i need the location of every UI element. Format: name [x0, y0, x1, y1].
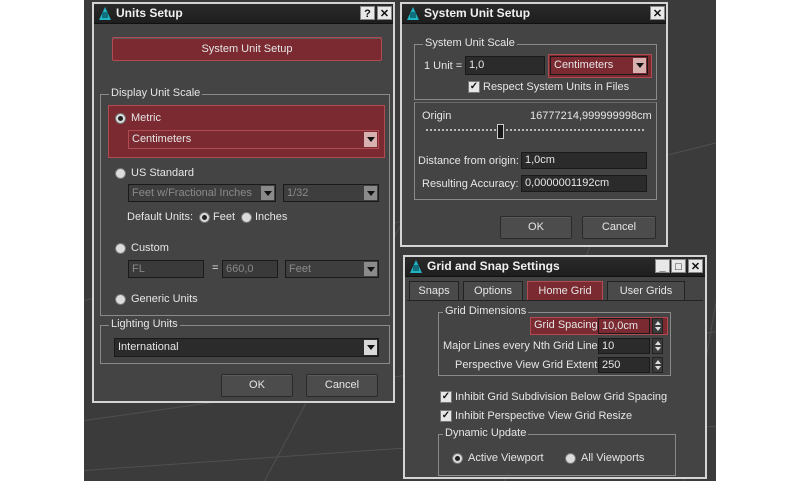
us-unit-value: Feet w/Fractional Inches [132, 187, 252, 199]
distance-from-origin-field[interactable]: 1,0cm [521, 152, 647, 169]
major-lines-label: Major Lines every Nth Grid Line: [443, 340, 601, 352]
chevron-down-icon [261, 186, 274, 200]
tab-user-grids[interactable]: User Grids [607, 281, 685, 300]
distance-from-origin-label: Distance from origin: [418, 155, 519, 167]
custom-unit-dropdown[interactable]: Feet [285, 260, 379, 278]
maximize-icon[interactable]: □ [671, 259, 686, 273]
default-units-label: Default Units: [127, 211, 194, 223]
respect-system-units-checkbox[interactable]: ✓ [468, 81, 480, 93]
resulting-accuracy-label: Resulting Accuracy: [422, 178, 519, 190]
cancel-button[interactable]: Cancel [582, 216, 656, 239]
inhibit-subdivision-label: Inhibit Grid Subdivision Below Grid Spac… [455, 391, 668, 403]
origin-slider-handle[interactable] [497, 124, 504, 139]
tab-panel-border [407, 300, 703, 301]
grid-snap-titlebar: Grid and Snap Settings _ □ ✕ [405, 257, 705, 277]
ok-button[interactable]: OK [500, 216, 572, 239]
close-icon[interactable]: ✕ [688, 259, 703, 273]
grid-spacing-field[interactable]: 10,0cm [598, 318, 650, 334]
system-unit-setup-button[interactable]: System Unit Setup [112, 37, 382, 61]
minimize-icon[interactable]: _ [655, 259, 670, 273]
one-unit-label: 1 Unit = [424, 60, 463, 72]
lighting-units-value: International [118, 341, 179, 353]
ok-button[interactable]: OK [221, 374, 293, 397]
unit-type-value: Centimeters [554, 59, 614, 71]
units-setup-title: Units Setup [116, 6, 183, 20]
cancel-button[interactable]: Cancel [306, 374, 378, 397]
unit-value-field[interactable]: 1,0 [465, 56, 545, 75]
help-icon[interactable]: ? [360, 6, 375, 20]
metric-radio[interactable] [115, 113, 126, 124]
units-setup-titlebar: Units Setup ? ✕ [94, 4, 393, 24]
tab-options[interactable]: Options [463, 281, 523, 300]
chevron-down-icon [633, 58, 646, 73]
chevron-down-icon [364, 340, 377, 355]
active-viewport-radio[interactable] [452, 453, 463, 464]
origin-slider-track[interactable] [426, 129, 644, 133]
dynamic-update-label: Dynamic Update [443, 427, 529, 439]
us-unit-dropdown[interactable]: Feet w/Fractional Inches [128, 184, 276, 202]
grid-snap-title: Grid and Snap Settings [427, 259, 560, 273]
metric-unit-dropdown[interactable]: Centimeters [128, 130, 379, 149]
lighting-units-label: Lighting Units [109, 318, 180, 330]
tab-home-grid[interactable]: Home Grid [527, 281, 603, 300]
inhibit-resize-checkbox[interactable]: ✓ [440, 410, 452, 422]
app-logo-icon [410, 260, 422, 273]
generic-units-label: Generic Units [131, 293, 198, 305]
chevron-down-icon [364, 132, 377, 147]
chevron-down-icon [364, 186, 377, 200]
custom-name-field[interactable]: FL [128, 260, 204, 278]
perspective-extent-label: Perspective View Grid Extent: [455, 359, 601, 371]
system-unit-setup-title: System Unit Setup [424, 6, 531, 20]
grid-snap-settings-dialog: Grid and Snap Settings _ □ ✕ Snaps Optio… [403, 255, 707, 479]
chevron-down-icon [364, 262, 377, 276]
all-viewports-radio[interactable] [565, 453, 576, 464]
inches-radio[interactable] [241, 212, 252, 223]
custom-radio[interactable] [115, 243, 126, 254]
perspective-extent-spinner[interactable] [652, 357, 663, 373]
grid-spacing-label: Grid Spacing: [534, 319, 601, 331]
major-lines-field[interactable]: 10 [598, 338, 650, 354]
metric-unit-value: Centimeters [132, 133, 192, 145]
grid-spacing-spinner[interactable] [652, 318, 663, 334]
units-setup-dialog: Units Setup ? ✕ System Unit Setup Displa… [92, 2, 395, 403]
all-viewports-label: All Viewports [581, 452, 645, 464]
us-standard-radio[interactable] [115, 168, 126, 179]
active-viewport-label: Active Viewport [468, 452, 544, 464]
app-logo-icon [99, 7, 111, 20]
major-lines-spinner[interactable] [652, 338, 663, 354]
inhibit-subdivision-checkbox[interactable]: ✓ [440, 391, 452, 403]
close-icon[interactable]: ✕ [377, 6, 392, 20]
perspective-extent-field[interactable]: 250 [598, 357, 650, 373]
feet-label: Feet [213, 211, 236, 223]
system-unit-setup-dialog: System Unit Setup ✕ System Unit Scale 1 … [400, 2, 668, 247]
metric-label: Metric [131, 112, 161, 124]
origin-label: Origin [422, 110, 452, 122]
tab-snaps[interactable]: Snaps [409, 281, 459, 300]
generic-units-radio[interactable] [115, 294, 126, 305]
display-unit-scale-label: Display Unit Scale [109, 87, 203, 99]
system-unit-setup-titlebar: System Unit Setup ✕ [402, 4, 666, 24]
unit-type-dropdown[interactable]: Centimeters [550, 56, 648, 75]
feet-radio[interactable] [199, 212, 210, 223]
custom-label: Custom [131, 242, 169, 254]
us-fraction-dropdown[interactable]: 1/32 [283, 184, 379, 202]
custom-unit-value: Feet [289, 263, 312, 275]
us-standard-label: US Standard [131, 167, 194, 179]
system-unit-scale-label: System Unit Scale [423, 37, 517, 49]
resulting-accuracy-field[interactable]: 0,0000001192cm [521, 175, 647, 192]
inches-label: Inches [255, 211, 288, 223]
origin-value: 16777214,999999998cm [530, 110, 652, 122]
custom-value-field[interactable]: 660,0 [222, 260, 278, 278]
respect-system-units-label: Respect System Units in Files [483, 81, 630, 93]
grid-dimensions-label: Grid Dimensions [443, 305, 529, 317]
close-icon[interactable]: ✕ [650, 6, 665, 20]
lighting-units-dropdown[interactable]: International [114, 338, 379, 357]
app-logo-icon [407, 7, 419, 20]
inhibit-resize-label: Inhibit Perspective View Grid Resize [455, 410, 633, 422]
custom-equals-label: = [212, 262, 219, 274]
us-fraction-value: 1/32 [287, 187, 309, 199]
